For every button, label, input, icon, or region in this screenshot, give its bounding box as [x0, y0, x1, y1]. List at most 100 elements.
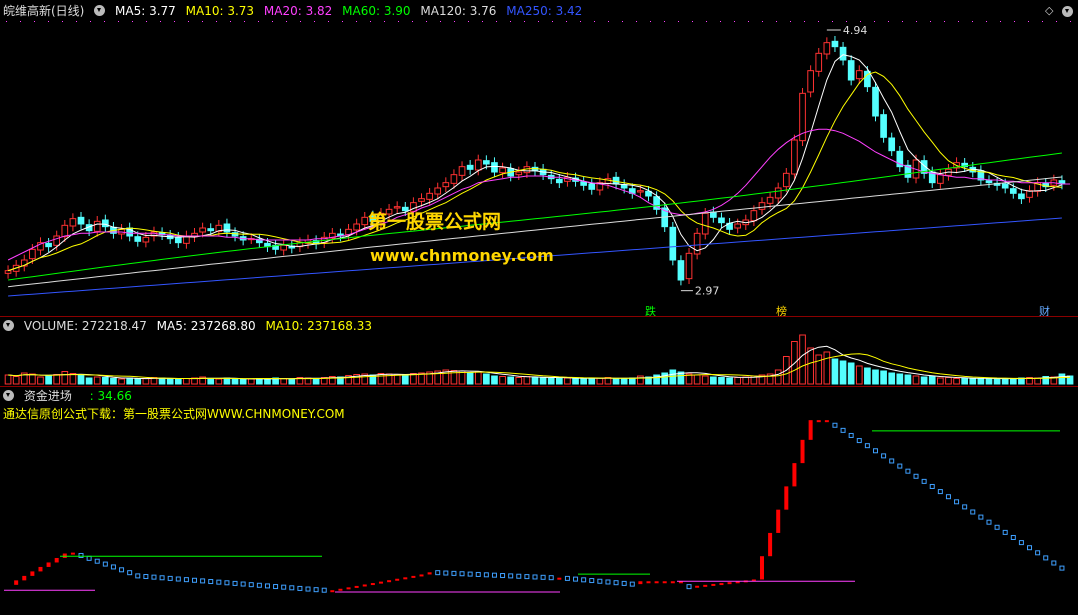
- volume-bar: [547, 378, 555, 385]
- indicator-bar: [711, 583, 716, 586]
- indicator-bar: [403, 577, 408, 580]
- indicator-menu-icon[interactable]: [3, 390, 14, 401]
- indicator-marker: [840, 427, 846, 433]
- indicator-marker: [686, 584, 692, 590]
- volume-menu-icon[interactable]: [3, 320, 14, 331]
- ref-dot: [90, 21, 91, 22]
- volume-bar: [937, 377, 944, 385]
- candle-body: [766, 196, 774, 204]
- indicator-bar: [354, 585, 359, 588]
- ref-dot: [706, 21, 707, 22]
- candle-body: [474, 159, 482, 171]
- volume-bar: [726, 377, 733, 385]
- indicator-bar: [362, 584, 367, 587]
- indicator-bar: [38, 566, 43, 572]
- volume-bar: [118, 378, 125, 385]
- indicator-marker: [532, 574, 538, 580]
- indicator-marker: [994, 524, 1000, 530]
- volume-bar: [4, 374, 12, 385]
- ref-dot: [328, 21, 329, 22]
- indicator-marker: [459, 571, 465, 577]
- volume-bar: [1009, 378, 1017, 385]
- volume-ma10: MA10: 237168.33: [265, 319, 373, 333]
- indicator-bar: [22, 575, 27, 581]
- indicator-marker: [581, 577, 587, 583]
- indicator-marker: [475, 571, 481, 577]
- indicator-bar: [695, 585, 700, 588]
- volume-bar: [799, 334, 806, 385]
- indicator-marker: [281, 584, 287, 590]
- volume-bar: [239, 379, 247, 385]
- low-price-label: 2.97: [695, 285, 720, 298]
- indicator-marker: [548, 575, 554, 581]
- indicator-marker: [143, 574, 149, 580]
- indicator-marker: [175, 576, 181, 582]
- volume-bar: [231, 378, 239, 385]
- candle-body: [280, 244, 288, 251]
- candle-body: [1009, 188, 1017, 194]
- fund-entry-indicator[interactable]: [0, 405, 1078, 600]
- ref-dot: [734, 21, 735, 22]
- ref-dot: [916, 21, 917, 22]
- chevron-down-icon[interactable]: [94, 5, 106, 16]
- indicator-value: : 34.66: [89, 389, 132, 403]
- candle-body: [758, 202, 766, 210]
- volume-bar: [247, 378, 255, 385]
- candle-body: [718, 217, 725, 224]
- ref-dot: [566, 21, 567, 22]
- volume-bar: [29, 373, 36, 385]
- ref-dot: [118, 21, 119, 22]
- indicator-bar: [70, 552, 75, 555]
- indicator-bar: [776, 509, 781, 533]
- volume-bar: [223, 377, 231, 385]
- indicator-bar: [670, 581, 675, 584]
- volume-bar: [401, 375, 409, 385]
- candle-body: [847, 60, 855, 81]
- volume-bar: [523, 376, 531, 385]
- indicator-marker: [913, 473, 919, 479]
- volume-bar: [474, 371, 482, 385]
- ref-dot: [986, 21, 987, 22]
- ref-dot: [804, 21, 805, 22]
- ref-dot: [608, 21, 609, 22]
- volume-bar: [61, 371, 69, 385]
- volume-bar: [628, 377, 636, 385]
- candlestick-chart[interactable]: 4.94 2.97: [0, 16, 1078, 316]
- volume-bar: [531, 376, 539, 385]
- indicator-marker: [905, 468, 911, 474]
- volume-bar: [45, 375, 52, 385]
- indicator-marker: [564, 575, 570, 581]
- candle-body: [353, 223, 360, 231]
- volume-bar: [588, 378, 596, 385]
- indicator-marker: [848, 432, 854, 438]
- indicator-marker: [216, 579, 222, 585]
- ref-dot: [20, 21, 21, 22]
- ref-dot: [776, 21, 777, 22]
- candle-body: [69, 218, 77, 227]
- candle-body: [499, 167, 506, 174]
- ref-dot: [636, 21, 637, 22]
- indicator-bar: [378, 581, 383, 584]
- ref-dot: [650, 21, 651, 22]
- volume-bar: [734, 377, 742, 385]
- ref-dot: [244, 21, 245, 22]
- volume-bar: [993, 378, 1001, 385]
- volume-value: VOLUME: 272218.47: [23, 319, 147, 333]
- indicator-bar: [557, 577, 562, 580]
- indicator-marker: [443, 570, 449, 576]
- ref-dot: [300, 21, 301, 22]
- candle-body: [701, 212, 709, 235]
- ref-dot: [1070, 21, 1071, 22]
- watermark-title: 第一股票公式网: [368, 211, 502, 233]
- volume-bar: [142, 378, 150, 385]
- volume-bar: [815, 354, 823, 385]
- volume-bar: [491, 375, 498, 385]
- indicator-bar: [370, 583, 375, 586]
- indicator-marker: [467, 571, 473, 577]
- indicator-marker: [256, 582, 262, 588]
- volume-chart[interactable]: [0, 334, 1078, 386]
- volume-bar: [166, 378, 174, 385]
- ref-dot: [230, 21, 231, 22]
- volume-bar: [661, 372, 669, 385]
- indicator-marker: [986, 519, 992, 525]
